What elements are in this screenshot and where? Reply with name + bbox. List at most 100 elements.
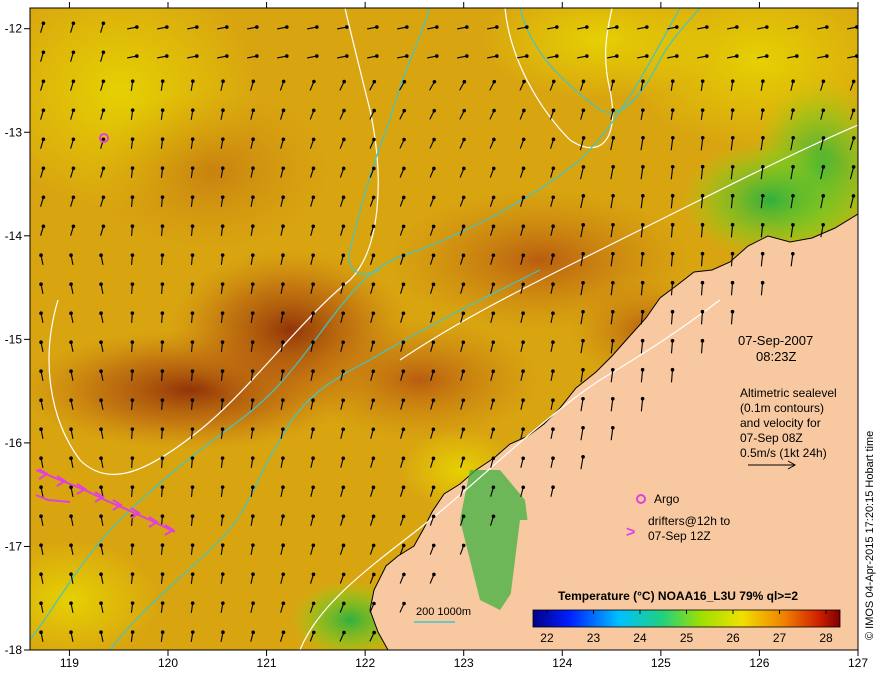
velocity-arrow-head (99, 514, 103, 518)
velocity-arrow-head (71, 108, 76, 113)
velocity-arrow-head (190, 485, 195, 489)
lon-tick-label: 127 (848, 656, 868, 670)
velocity-arrow-head (99, 253, 103, 257)
velocity-arrow-head (581, 108, 586, 113)
velocity-arrow-head (431, 543, 436, 548)
velocity-arrow-head (735, 25, 739, 29)
velocity-arrow-head (581, 252, 585, 256)
velocity-arrow-head (791, 108, 795, 113)
velocity-arrow-head (250, 282, 255, 286)
velocity-arrow-head (640, 280, 645, 285)
velocity-arrow-head (130, 340, 135, 344)
velocity-arrow-head (670, 193, 675, 198)
velocity-arrow-head (431, 369, 436, 374)
velocity-arrow-head (190, 456, 195, 460)
velocity-arrow-head (551, 282, 555, 287)
velocity-arrow-head (821, 136, 826, 140)
velocity-arrow-head (41, 50, 46, 55)
velocity-arrow-head (615, 25, 619, 29)
velocity-arrow-head (341, 543, 346, 548)
velocity-arrow-head (220, 224, 225, 228)
velocity-arrow-head (101, 108, 106, 113)
velocity-arrow-head (491, 427, 496, 432)
velocity-arrow-head (611, 309, 615, 314)
colorbar-tick-label: 27 (773, 631, 787, 645)
velocity-arrow-head (69, 572, 73, 576)
velocity-arrow-head (431, 514, 436, 519)
velocity-arrow-head (315, 25, 319, 29)
colorbar-title: Temperature (°C) NOAA16_L3U 79% ql>=2 (558, 589, 798, 603)
velocity-arrow-head (190, 195, 195, 199)
velocity-arrow-head (402, 79, 407, 84)
velocity-arrow-head (311, 456, 315, 461)
velocity-arrow-head (311, 485, 315, 490)
velocity-arrow-head (551, 137, 556, 142)
velocity-arrow-head (130, 166, 135, 170)
velocity-arrow-head (250, 253, 255, 257)
velocity-arrow-head (640, 309, 645, 314)
velocity-arrow-head (372, 108, 376, 113)
velocity-arrow-head (551, 427, 555, 431)
velocity-arrow-head (311, 514, 316, 519)
velocity-arrow-head (281, 398, 285, 402)
velocity-arrow-head (311, 427, 315, 432)
velocity-arrow-head (281, 572, 286, 577)
velocity-arrow-head (99, 369, 103, 373)
velocity-arrow-head (700, 135, 705, 140)
velocity-arrow-head (160, 601, 165, 605)
velocity-arrow-head (281, 514, 285, 519)
velocity-arrow-head (69, 398, 73, 402)
velocity-arrow-head (492, 79, 497, 84)
velocity-arrow-head (551, 340, 555, 344)
velocity-arrow-head (160, 369, 165, 373)
velocity-arrow-head (851, 79, 856, 84)
velocity-arrow-head (99, 630, 103, 634)
velocity-arrow-head (220, 282, 225, 286)
velocity-arrow-head (341, 166, 346, 171)
altimetry-line-2: (0.1m contours) (740, 401, 824, 415)
velocity-arrow-head (432, 572, 436, 577)
velocity-arrow-head (521, 369, 525, 374)
velocity-arrow-head (190, 340, 195, 344)
velocity-arrow-head (311, 543, 316, 548)
velocity-arrow-head (371, 427, 376, 432)
velocity-arrow-head (221, 79, 225, 84)
velocity-arrow-head (371, 572, 376, 577)
velocity-arrow-head (220, 340, 225, 344)
velocity-arrow-head (551, 311, 555, 315)
lon-tick-label: 120 (158, 656, 178, 670)
velocity-arrow-head (551, 485, 555, 490)
velocity-arrow-head (491, 224, 496, 229)
velocity-arrow-head (581, 223, 586, 227)
velocity-arrow-head (435, 54, 439, 58)
velocity-arrow-head (521, 137, 526, 142)
colorbar-tick-label: 23 (587, 631, 601, 645)
velocity-arrow-head (130, 543, 135, 547)
velocity-arrow-head (251, 543, 255, 547)
lon-tick-label: 126 (749, 656, 769, 670)
velocity-arrow-head (371, 282, 376, 287)
velocity-arrow-head (41, 79, 46, 84)
velocity-arrow-head (341, 253, 346, 258)
lat-tick-label: -17 (5, 539, 23, 553)
velocity-arrow-head (401, 224, 406, 229)
velocity-arrow-head (521, 253, 526, 258)
velocity-arrow-head (101, 21, 106, 26)
velocity-arrow-head (160, 456, 165, 460)
velocity-arrow-head (730, 309, 735, 314)
velocity-arrow-head (405, 54, 409, 58)
velocity-arrow-head (281, 456, 285, 460)
velocity-arrow-head (341, 224, 346, 229)
velocity-arrow-head (130, 137, 135, 141)
velocity-arrow-head (675, 54, 679, 58)
velocity-arrow-head (821, 108, 826, 113)
velocity-arrow-head (250, 485, 255, 489)
velocity-arrow-head (432, 79, 437, 84)
velocity-arrow-head (251, 514, 255, 518)
velocity-arrow-head (730, 251, 735, 256)
velocity-arrow-head (401, 456, 406, 461)
velocity-arrow-head (311, 137, 316, 142)
velocity-arrow-head (311, 253, 315, 258)
velocity-arrow-head (491, 282, 496, 287)
velocity-arrow-head (581, 79, 586, 84)
